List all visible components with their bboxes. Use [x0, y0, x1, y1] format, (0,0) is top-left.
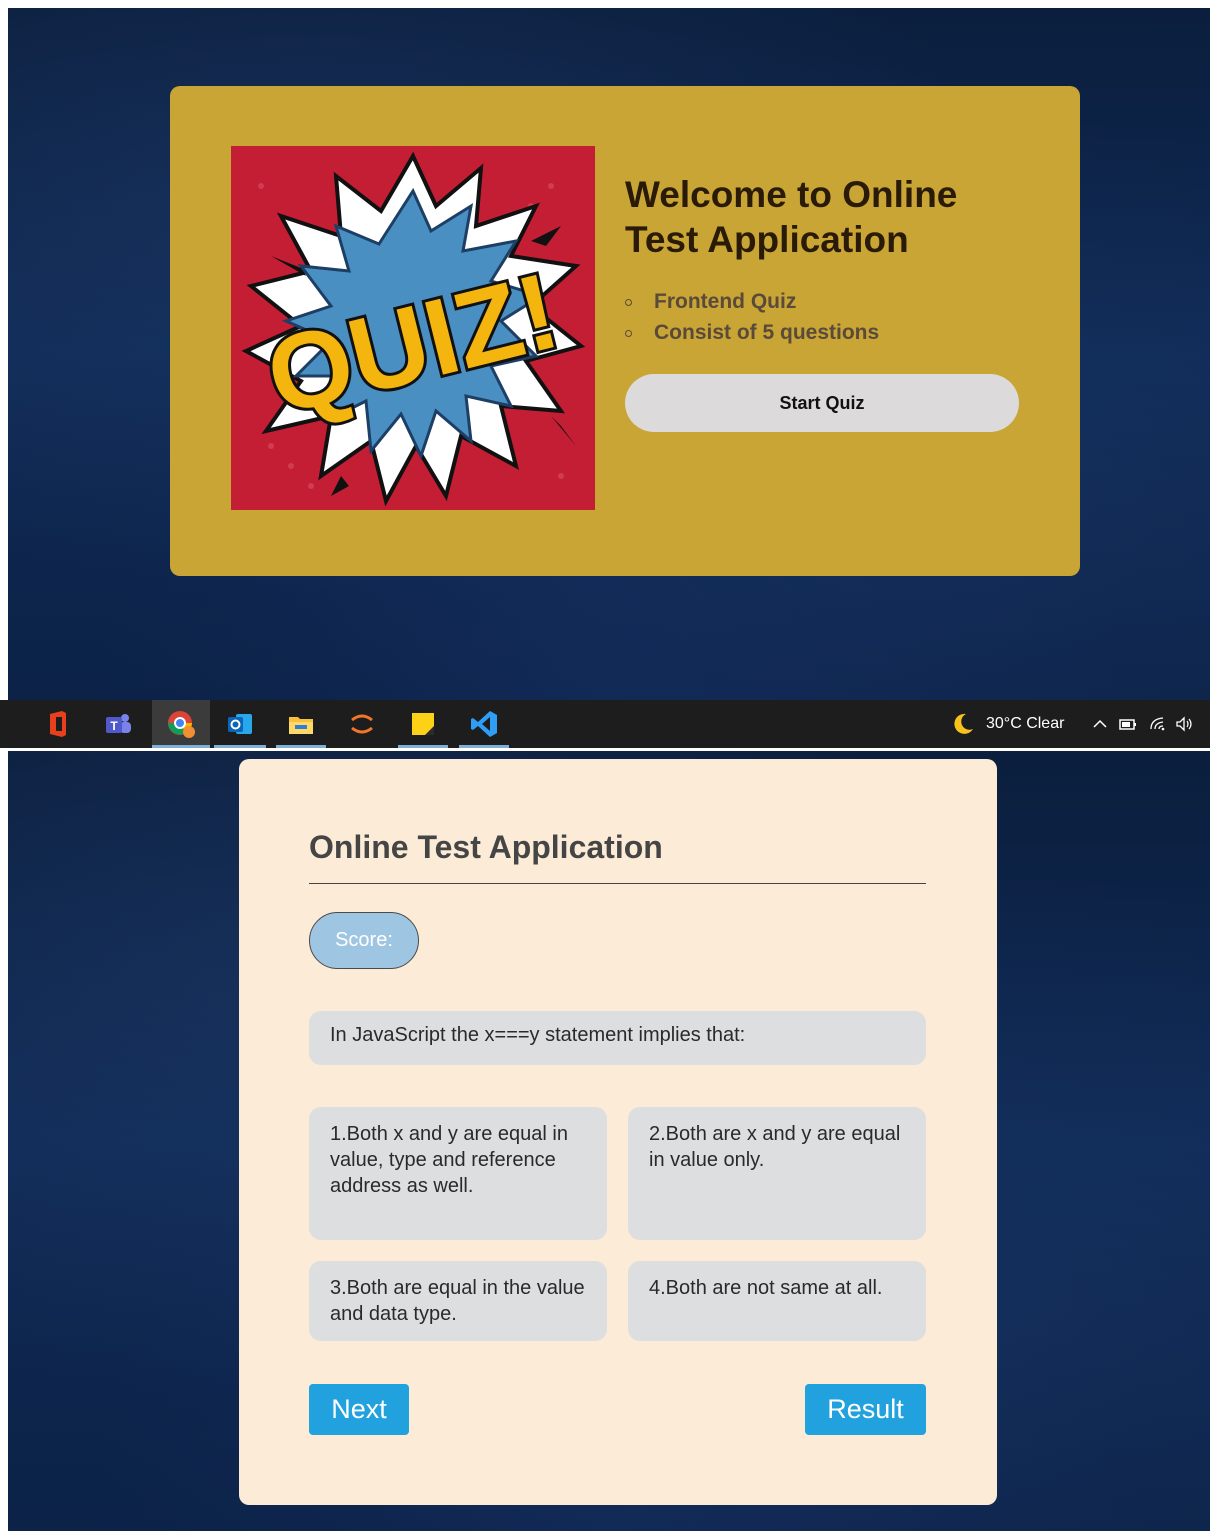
- bullet-icon: [625, 299, 632, 306]
- quiz-info-item: Consist of 5 questions: [625, 317, 879, 348]
- volume-icon[interactable]: [1174, 714, 1194, 734]
- wifi-icon[interactable]: [1148, 714, 1168, 734]
- taskbar-running-indicator: [459, 745, 509, 748]
- outlook-icon[interactable]: [224, 708, 256, 740]
- welcome-title: Welcome to Online Test Application: [625, 174, 958, 260]
- taskbar-running-indicator: [276, 745, 326, 748]
- question-text: In JavaScript the x===y statement implie…: [309, 1011, 926, 1065]
- taskbar: T 30°C Clear: [0, 700, 1210, 748]
- answer-option-4[interactable]: 4.Both are not same at all.: [628, 1261, 926, 1341]
- quiz-title: Online Test Application: [309, 829, 663, 865]
- answer-option-2[interactable]: 2.Both are x and y are equal in value on…: [628, 1107, 926, 1240]
- taskbar-running-indicator: [152, 745, 210, 748]
- svg-text:T: T: [110, 719, 118, 733]
- battery-icon[interactable]: [1118, 714, 1138, 734]
- result-button[interactable]: Result: [805, 1384, 926, 1435]
- chevron-up-icon[interactable]: [1090, 714, 1110, 734]
- taskbar-running-indicator: [398, 745, 448, 748]
- moon-icon: [954, 713, 973, 734]
- answer-option-3[interactable]: 3.Both are equal in the value and data t…: [309, 1261, 607, 1341]
- quiz-info-item: Frontend Quiz: [625, 286, 879, 317]
- quiz-logo-image: QUIZ!: [231, 146, 595, 510]
- answer-option-1[interactable]: 1.Both x and y are equal in value, type …: [309, 1107, 607, 1240]
- start-quiz-button[interactable]: Start Quiz: [625, 374, 1019, 432]
- bullet-icon: [625, 330, 632, 337]
- chrome-icon[interactable]: [165, 708, 197, 740]
- quiz-card: Online Test Application Score: In JavaSc…: [239, 759, 997, 1505]
- title-divider: [309, 883, 926, 884]
- taskbar-running-indicator: [214, 745, 266, 748]
- file-explorer-icon[interactable]: [285, 708, 317, 740]
- score-badge: Score:: [309, 912, 419, 969]
- quiz-info-list: Frontend Quiz Consist of 5 questions: [625, 286, 879, 348]
- vscode-icon[interactable]: [468, 708, 500, 740]
- weather-status[interactable]: 30°C Clear: [986, 715, 1064, 733]
- teams-icon[interactable]: T: [102, 708, 134, 740]
- jupyter-icon[interactable]: [346, 708, 378, 740]
- next-button[interactable]: Next: [309, 1384, 409, 1435]
- welcome-card: QUIZ! Welcome to Online Test Application…: [170, 86, 1080, 576]
- office-icon[interactable]: [42, 708, 74, 740]
- sticky-notes-icon[interactable]: [407, 708, 439, 740]
